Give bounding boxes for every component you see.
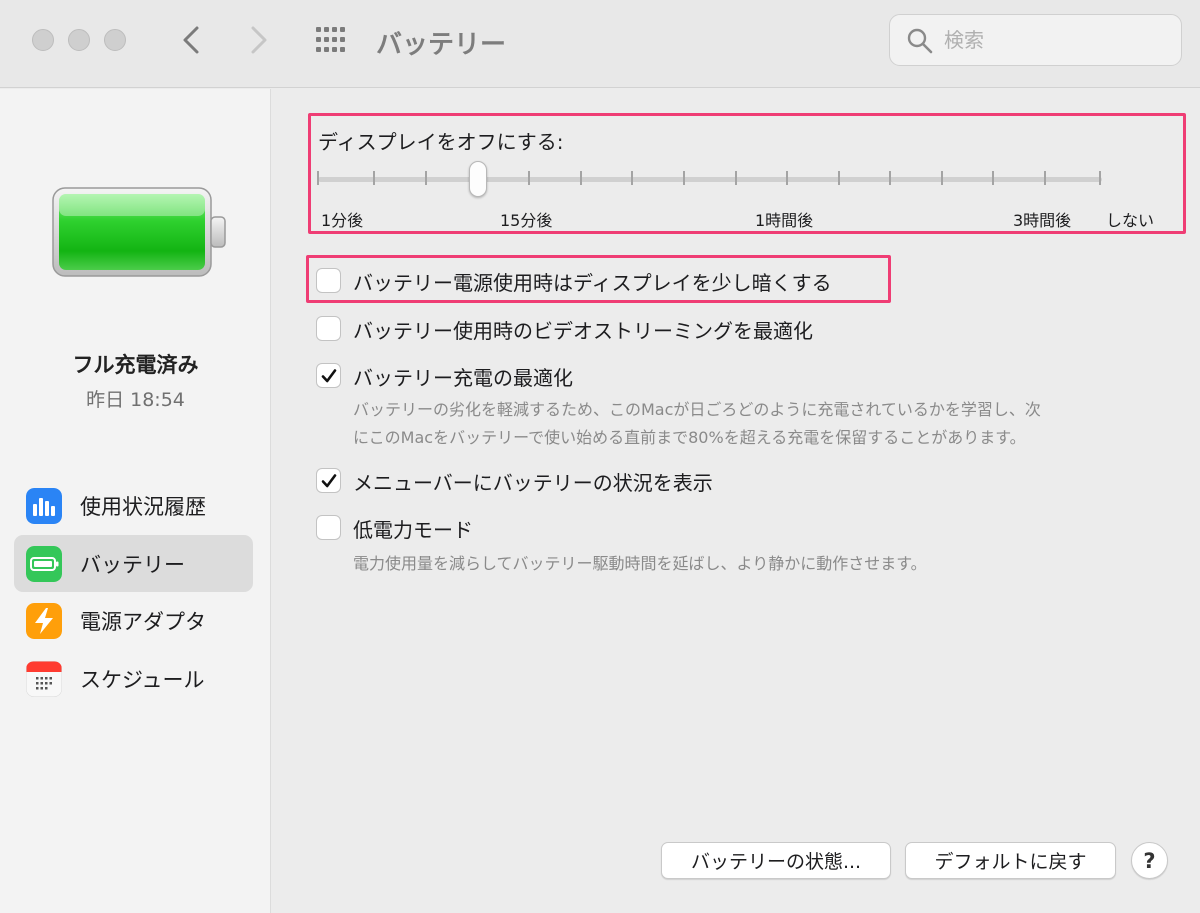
display-off-label: ディスプレイをオフにする: (318, 130, 564, 154)
search-field[interactable] (889, 14, 1182, 66)
sidebar-item-battery[interactable]: バッテリー (14, 535, 253, 592)
search-input[interactable] (944, 23, 1164, 57)
slider-tick (838, 171, 840, 185)
slider-tick (889, 171, 891, 185)
slider-tick (631, 171, 633, 185)
sidebar-item-label: バッテリー (80, 553, 185, 577)
slider-tick (528, 171, 530, 185)
option-dim-display[interactable]: バッテリー電源使用時はディスプレイを少し暗くする (316, 267, 886, 295)
sidebar-item-label: 電源アダプタ (80, 610, 206, 634)
slider-tick (425, 171, 427, 185)
optimized-charging-description-line-1: バッテリーの劣化を軽減するため、このMacが日ごろどのように充電されているかを学… (353, 400, 1041, 419)
slider-tick (1044, 171, 1046, 185)
option-label: バッテリー電源使用時はディスプレイを少し暗くする (353, 271, 832, 295)
battery-status-time: 昨日 18:54 (86, 389, 185, 411)
slider-tick-label-1min: 1分後 (321, 211, 364, 230)
slider-tick-label-1hour: 1時間後 (755, 211, 814, 230)
video-streaming-checkbox[interactable] (316, 316, 341, 341)
low-power-mode-description: 電力使用量を減らしてバッテリー駆動時間を延ばし、より静かに動作させます。 (353, 554, 927, 573)
low-power-mode-checkbox[interactable] (316, 515, 341, 540)
slider-tick (1099, 171, 1101, 185)
close-window-button[interactable] (32, 29, 54, 51)
show-all-grid-icon[interactable] (314, 26, 350, 54)
display-off-slider-thumb[interactable] (469, 161, 487, 197)
option-video-streaming[interactable]: バッテリー使用時のビデオストリーミングを最適化 (316, 315, 876, 343)
slider-tick-label-15min: 15分後 (500, 211, 553, 230)
sidebar-item-label: 使用状況履歴 (80, 495, 206, 519)
calendar-icon (26, 661, 62, 697)
option-menu-bar-status[interactable]: メニューバーにバッテリーの状況を表示 (316, 467, 756, 495)
slider-tick (683, 171, 685, 185)
option-label: 低電力モード (353, 518, 473, 542)
battery-health-button[interactable]: バッテリーの状態... (661, 842, 891, 879)
slider-tick (317, 171, 319, 185)
slider-tick-label-never: しない (1106, 211, 1155, 230)
option-label: バッテリー充電の最適化 (353, 366, 573, 390)
checkmark-icon (321, 474, 337, 488)
back-arrow-icon[interactable] (174, 22, 210, 58)
slider-tick (373, 171, 375, 185)
slider-tick (580, 171, 582, 185)
slider-tick (992, 171, 994, 185)
lightning-icon (26, 603, 62, 639)
zoom-window-button[interactable] (104, 29, 126, 51)
menu-bar-status-checkbox[interactable] (316, 468, 341, 493)
option-optimized-charging[interactable]: バッテリー充電の最適化 (316, 362, 616, 390)
help-button[interactable]: ? (1131, 842, 1168, 879)
window-title: バッテリー (376, 30, 507, 60)
optimized-charging-checkbox[interactable] (316, 363, 341, 388)
battery-full-icon (52, 187, 226, 277)
option-label: バッテリー使用時のビデオストリーミングを最適化 (353, 319, 813, 343)
slider-tick (786, 171, 788, 185)
battery-icon (26, 546, 62, 582)
slider-tick-label-3hours: 3時間後 (1013, 211, 1072, 230)
sidebar: フル充電済み 昨日 18:54 使用状況履歴 バッテリー 電源アダプタ スケジュ… (0, 89, 271, 913)
option-low-power-mode[interactable]: 低電力モード (316, 514, 516, 542)
battery-status-title: フル充電済み (72, 353, 199, 377)
sidebar-item-label: スケジュール (80, 668, 205, 692)
search-icon (907, 28, 933, 54)
optimized-charging-description-line-2: にこのMacをバッテリーで使い始める直前まで80%を超える充電を保留することがあ… (353, 428, 1026, 447)
restore-defaults-button[interactable]: デフォルトに戻す (905, 842, 1116, 879)
dim-display-checkbox[interactable] (316, 268, 341, 293)
sidebar-item-schedule[interactable]: スケジュール (14, 650, 253, 707)
slider-tick (735, 171, 737, 185)
checkmark-icon (321, 369, 337, 383)
sidebar-item-power-adapter[interactable]: 電源アダプタ (14, 592, 253, 649)
minimize-window-button[interactable] (68, 29, 90, 51)
sidebar-item-usage-history[interactable]: 使用状況履歴 (14, 477, 253, 534)
display-off-slider-track[interactable] (318, 177, 1102, 182)
bar-chart-icon (26, 488, 62, 524)
option-label: メニューバーにバッテリーの状況を表示 (353, 471, 713, 495)
slider-tick (941, 171, 943, 185)
forward-arrow-icon[interactable] (240, 22, 276, 58)
toolbar: バッテリー (0, 0, 1200, 88)
